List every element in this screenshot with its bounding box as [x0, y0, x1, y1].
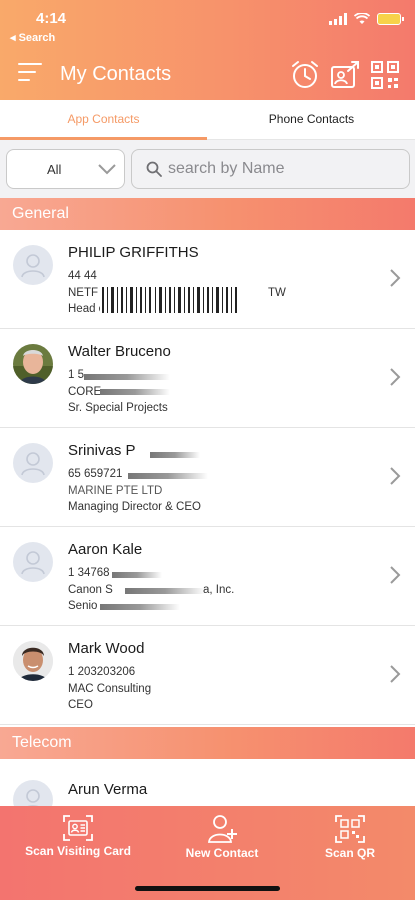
contacts-tabs: App Contacts Phone Contacts [0, 100, 415, 140]
tab-phone-contacts[interactable]: Phone Contacts [208, 100, 415, 140]
new-contact-button[interactable]: New Contact [162, 806, 282, 866]
redaction-blur [100, 604, 180, 610]
status-icons [329, 13, 404, 25]
contact-phone: 1 34768 [68, 567, 110, 579]
wifi-icon [354, 13, 370, 24]
back-to-search-link[interactable]: ◂ Search [10, 31, 55, 44]
contact-name: PHILIP GRIFFITHS [68, 244, 199, 261]
redaction-blur [100, 389, 170, 395]
redaction-blur [128, 473, 208, 479]
scan-visiting-card-label: Scan Visiting Card [25, 844, 131, 858]
scan-qr-icon [335, 815, 365, 843]
contact-name: Srinivas P [68, 442, 136, 459]
contact-designation: Managing Director & CEO [68, 501, 201, 513]
cell-signal-icon [329, 13, 347, 25]
section-header-telecom: Telecom [0, 727, 415, 759]
battery-icon [377, 13, 404, 25]
contact-row[interactable]: Srinivas P 65 659721 MARINE PTE LTD Mana… [0, 428, 415, 527]
chevron-right-icon [390, 665, 401, 683]
contact-name: Walter Bruceno [68, 343, 171, 360]
contact-row[interactable]: Walter Bruceno 1 5 CORE Sr. Special Proj… [0, 329, 415, 428]
contact-company: CORE [68, 386, 102, 398]
chevron-right-icon [390, 368, 401, 386]
contact-photo [13, 641, 53, 681]
scan-card-icon [63, 815, 93, 841]
chevron-right-icon [390, 269, 401, 287]
avatar-placeholder-icon [13, 443, 53, 483]
page-title: My Contacts [60, 63, 172, 85]
contact-photo [13, 344, 53, 384]
contact-designation: CEO [68, 699, 93, 711]
search-icon [146, 161, 162, 177]
contact-designation: Sr. Special Projects [68, 402, 168, 414]
share-card-icon[interactable] [329, 59, 361, 91]
contact-row[interactable]: Mark Wood 1 203203206 MAC Consulting CEO [0, 626, 415, 725]
contact-phone: 1 203203206 [68, 666, 136, 678]
redaction-blur [125, 588, 205, 594]
contact-company: MARINE PTE LTD [68, 485, 163, 497]
category-select[interactable]: All [6, 149, 125, 189]
contact-company-suffix: a, Inc. [203, 584, 235, 596]
contact-phone: 1 5 [68, 369, 84, 381]
barcode-redaction [100, 285, 240, 315]
scan-qr-label: Scan QR [324, 846, 375, 860]
contact-company-name: NETF [68, 287, 99, 299]
chevron-down-icon [98, 164, 116, 175]
contact-row[interactable]: Aaron Kale 1 34768 Canon S a, Inc. Senio [0, 527, 415, 626]
scan-visiting-card-button[interactable]: Scan Visiting Card [18, 806, 138, 866]
contact-name: Aaron Kale [68, 541, 143, 558]
contact-phone: 65 659721 [68, 468, 123, 480]
contact-company-name: Canon S [68, 584, 113, 596]
filter-bar: All [0, 140, 415, 198]
contact-name: Arun Verma [68, 781, 148, 798]
avatar-placeholder-icon [13, 542, 53, 582]
new-contact-label: New Contact [185, 846, 259, 860]
scan-qr-button[interactable]: Scan QR [300, 806, 400, 866]
contact-name: Mark Wood [68, 640, 145, 657]
search-bar [131, 149, 410, 189]
search-input[interactable] [168, 158, 398, 180]
redaction-blur [150, 452, 200, 458]
contact-company: Canon S a, Inc. [68, 584, 234, 596]
redaction-blur [112, 572, 162, 578]
contact-phone: 44 44 [68, 270, 97, 282]
hamburger-menu-icon[interactable] [18, 63, 42, 83]
category-select-value: All [47, 162, 62, 177]
contact-designation: Senio [68, 600, 98, 612]
contact-company-suffix: TW [268, 287, 286, 299]
qr-code-icon[interactable] [369, 59, 401, 91]
status-time: 4:14 [36, 10, 67, 27]
alarm-clock-icon[interactable] [289, 59, 321, 91]
contact-row[interactable]: PHILIP GRIFFITHS 44 44 NETF TW Head of E… [0, 230, 415, 329]
tab-app-contacts[interactable]: App Contacts [0, 100, 207, 140]
section-header-general: General [0, 198, 415, 230]
home-indicator[interactable] [135, 886, 280, 891]
app-header: 4:14 ◂ Search My Contacts [0, 0, 415, 100]
redaction-blur [84, 374, 170, 380]
chevron-right-icon [390, 467, 401, 485]
contact-company: MAC Consulting [68, 683, 152, 695]
avatar-placeholder-icon [13, 245, 53, 285]
contact-company: NETF TW [68, 287, 286, 299]
add-person-icon [208, 815, 237, 843]
chevron-right-icon [390, 566, 401, 584]
